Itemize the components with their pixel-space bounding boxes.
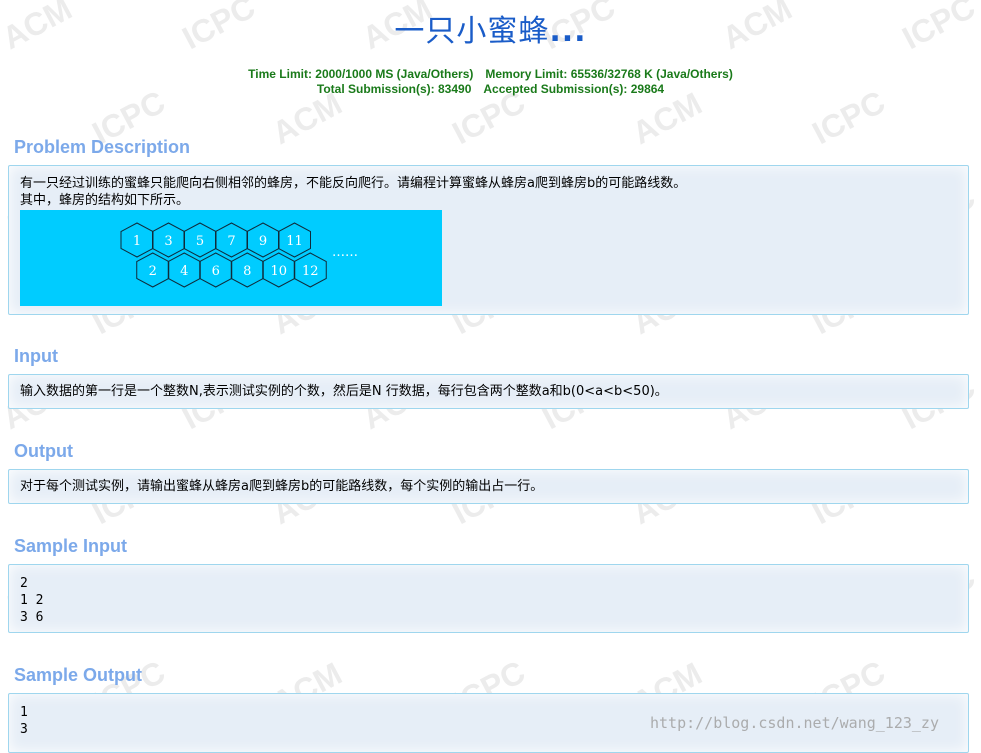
hive-cell-top-0: 1 <box>120 222 154 258</box>
hive-cell-top-4: 9 <box>246 222 280 258</box>
input-heading: Input <box>14 346 58 366</box>
description-panel: 有一只经过训练的蜜蜂只能爬向右侧相邻的蜂房，不能反向爬行。请编程计算蜜蜂从蜂房a… <box>8 165 969 315</box>
sample-input-line: 1 2 <box>20 593 44 608</box>
time-limit: Time Limit: 2000/1000 MS (Java/Others) <box>248 67 474 81</box>
input-panel: 输入数据的第一行是一个整数N,表示测试实例的个数，然后是N 行数据，每行包含两个… <box>8 374 969 409</box>
sample-input-line: 3 6 <box>20 610 44 625</box>
hive-cell-label: 4 <box>180 264 188 279</box>
description-heading: Problem Description <box>14 137 191 157</box>
sample-output-heading: Sample Output <box>14 665 143 685</box>
description-line-2: 其中，蜂房的结构如下所示。 <box>20 193 190 208</box>
hive-cell-top-1: 3 <box>152 222 185 258</box>
output-heading: Output <box>14 441 73 461</box>
sample-input-code: 2 1 2 3 6 <box>9 565 968 635</box>
page-title: 一只小蜜蜂... <box>0 6 981 50</box>
hive-cell-label: 10 <box>270 264 287 279</box>
hive-cell-label: 7 <box>227 234 235 249</box>
hive-cell-label: 8 <box>243 264 251 279</box>
description-line-1: 有一只经过训练的蜜蜂只能爬向右侧相邻的蜂房，不能反向爬行。请编程计算蜜蜂从蜂房a… <box>20 176 687 191</box>
hive-cell-top-5: 11 <box>278 222 311 258</box>
hive-cell-bottom-0: 2 <box>136 252 170 288</box>
hive-cell-bottom-1: 4 <box>167 252 201 288</box>
hive-cell-label: 5 <box>196 234 204 249</box>
hive-cell-bottom-4: 10 <box>262 252 296 288</box>
output-text: 对于每个测试实例，请输出蜜蜂从蜂房a爬到蜂房b的可能路线数，每个实例的输出占一行… <box>20 479 544 494</box>
hive-figure: 1 3 5 7 9 11 2 4 6 8 10 12 …… <box>20 210 442 306</box>
hive-cell-top-3: 7 <box>215 222 248 258</box>
hive-cell-label: 2 <box>149 264 157 279</box>
hive-cell-label: 6 <box>212 264 220 279</box>
limits-row-1: Time Limit: 2000/1000 MS (Java/Others) Me… <box>0 67 981 82</box>
hive-cell-top-2: 5 <box>183 222 217 258</box>
limits-row-2: Total Submission(s): 83490 Accepted Submi… <box>0 82 981 97</box>
total-submissions: Total Submission(s): 83490 <box>316 82 472 96</box>
output-panel: 对于每个测试实例，请输出蜜蜂从蜂房a爬到蜂房b的可能路线数，每个实例的输出占一行… <box>8 469 969 504</box>
hive-cell-label: 1 <box>133 234 141 249</box>
sample-input-heading: Sample Input <box>14 536 128 556</box>
memory-limit: Memory Limit: 65536/32768 K (Java/Others… <box>485 67 733 81</box>
hive-ellipsis: …… <box>332 245 358 260</box>
problem-limits: Time Limit: 2000/1000 MS (Java/Others) Me… <box>0 67 981 97</box>
blog-url-watermark: http://blog.csdn.net/wang_123_zy <box>650 714 939 732</box>
hive-cell-bottom-5: 12 <box>293 252 327 288</box>
hive-cell-label: 12 <box>302 264 319 279</box>
page-title-ellipsis: ... <box>549 14 587 49</box>
hive-cell-label: 3 <box>164 234 172 249</box>
sample-input-panel: 2 1 2 3 6 <box>8 564 969 633</box>
sample-input-line: 2 <box>20 576 28 591</box>
accepted-submissions: Accepted Submission(s): 29864 <box>483 82 665 96</box>
input-text: 输入数据的第一行是一个整数N,表示测试实例的个数，然后是N 行数据，每行包含两个… <box>20 384 668 399</box>
hive-cell-bottom-3: 8 <box>230 252 264 288</box>
hive-cell-label: 11 <box>286 234 303 249</box>
hive-cell-label: 9 <box>259 234 267 249</box>
page-title-text: 一只小蜜蜂 <box>394 14 550 49</box>
hive-diagram: 1 3 5 7 9 11 2 4 6 8 10 12 …… <box>120 222 358 288</box>
hive-cell-bottom-2: 6 <box>199 252 233 288</box>
